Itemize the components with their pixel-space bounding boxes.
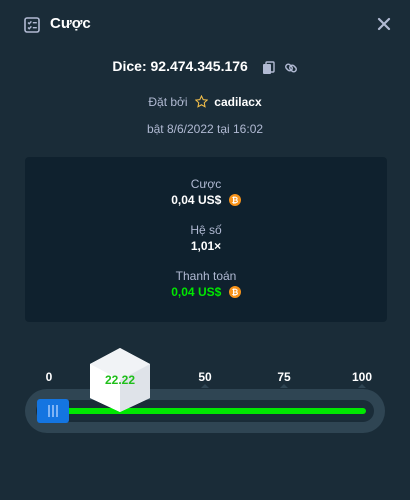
bet-date: bật 8/6/2022 tại 16:02 [146,122,264,136]
placed-by-row: Đặt bởi cadilacx [8,94,402,109]
tick-label: 50 [198,370,212,384]
username-link[interactable]: cadilacx [214,95,261,109]
close-icon[interactable] [374,14,394,34]
svg-text:₿: ₿ [231,196,238,205]
bitcoin-icon: ₿ [228,285,241,303]
star-icon [194,94,209,108]
multiplier-value: 1,01× [190,239,222,253]
bitcoin-icon: ₿ [228,193,241,211]
link-icon[interactable] [284,61,298,75]
tick-label: 100 [351,370,373,384]
tick-mark [280,384,288,388]
tick-label: 0 [45,370,53,384]
dice-result: 22.22 [86,346,154,414]
game-id-label: Dice: 92.474.345.176 [112,58,248,74]
tick-mark [358,384,366,388]
svg-text:₿: ₿ [231,288,238,297]
game-id-row: Dice: 92.474.345.176 [8,58,402,78]
bet-slip-icon [24,17,40,33]
bet-stats-panel: Cược 0,04 US$ ₿ Hệ số 1,01× Thanh toán 0… [25,157,387,322]
tick-label: 75 [277,370,291,384]
multiplier-stat: Hệ số 1,01× [25,223,387,255]
multiplier-label: Hệ số [190,223,222,237]
bet-amount-stat: Cược 0,04 US$ ₿ [25,177,387,211]
slider-track [25,389,385,433]
copy-icon[interactable] [262,61,276,75]
modal-header: Cược [8,0,410,50]
placed-by-label: Đặt bởi [148,95,188,109]
payout-value: 0,04 US$ [171,285,222,299]
tick-mark [201,384,209,388]
bet-amount-label: Cược [190,177,222,191]
slider-handle[interactable] [37,399,69,423]
payout-label: Thanh toán [175,269,237,283]
payout-stat: Thanh toán 0,04 US$ ₿ [25,269,387,303]
bet-details-modal: Cược Dice: 92.474.345.176 Đặt bởi cadila… [8,0,410,500]
dice-result-value: 22.22 [104,373,136,387]
modal-title: Cược [50,15,91,32]
dice-slider: 0 25 50 75 100 22.22 [8,340,410,450]
bet-amount-value: 0,04 US$ [171,193,222,207]
